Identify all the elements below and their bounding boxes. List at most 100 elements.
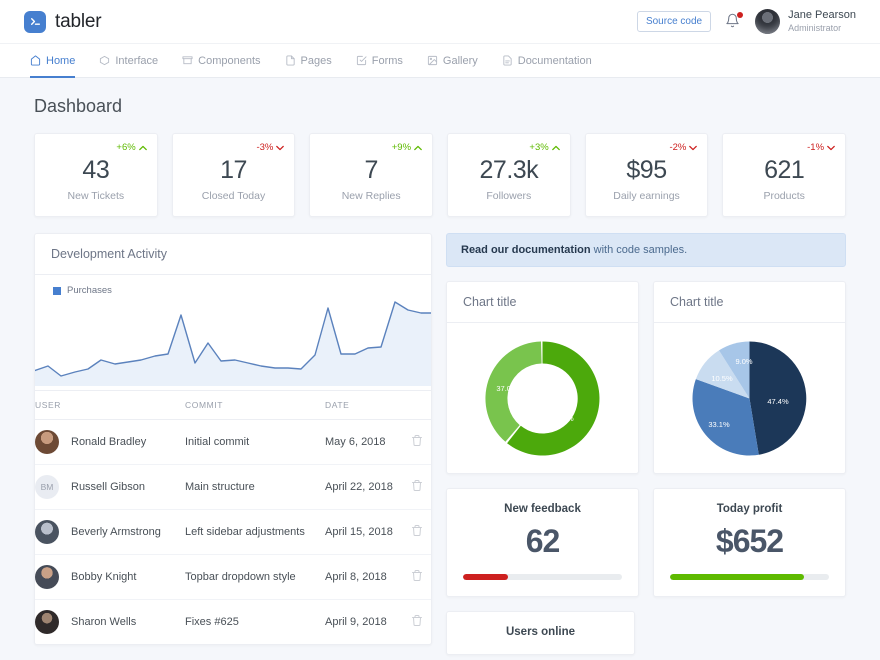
commits-table: USER COMMIT DATE R xyxy=(35,390,431,644)
commit-message: Initial commit xyxy=(185,420,325,465)
left-column: Development Activity Purchases xyxy=(34,233,432,655)
donut-chart: 63.0% 37.0% xyxy=(447,323,638,473)
stat-delta: -1% xyxy=(807,142,835,153)
stat-delta: -3% xyxy=(256,142,284,153)
stat-label: New Replies xyxy=(322,190,420,202)
notifications-button[interactable] xyxy=(725,13,741,31)
stat-value: 27.3k xyxy=(460,156,558,185)
top-header: tabler Source code Jane Pearson Administ… xyxy=(0,0,880,44)
trash-icon[interactable] xyxy=(411,479,423,492)
commit-message: Fixes #625 xyxy=(185,600,325,645)
progress-fill xyxy=(670,574,804,580)
table-row: BM Russell Gibson Main structure April 2… xyxy=(35,465,431,510)
pie-slice-label-2: 33.1% xyxy=(708,420,730,429)
nav-item-home[interactable]: Home xyxy=(24,44,87,77)
commit-user-name: Bobby Knight xyxy=(71,571,136,583)
image-icon xyxy=(427,55,438,66)
commit-user-name: Sharon Wells xyxy=(71,616,136,628)
stat-card-products: -1% 621 Products xyxy=(722,133,846,217)
users-online-card: Users online xyxy=(446,611,635,655)
commit-message: Topbar dropdown style xyxy=(185,555,325,600)
pie-slice-label-3: 10.5% xyxy=(711,374,733,383)
column-header-commit: COMMIT xyxy=(185,391,325,420)
header-actions: Source code Jane Pearson Administrator xyxy=(637,9,856,34)
users-online-title: Users online xyxy=(463,626,618,638)
source-code-button[interactable]: Source code xyxy=(637,11,711,32)
commit-message: Main structure xyxy=(185,465,325,510)
chevron-up-icon xyxy=(414,145,422,151)
home-icon xyxy=(30,55,41,66)
stat-label: Daily earnings xyxy=(598,190,696,202)
commit-date: April 8, 2018 xyxy=(325,555,405,600)
table-row: Ronald Bradley Initial commit May 6, 201… xyxy=(35,420,431,465)
stat-label: Products xyxy=(735,190,833,202)
trash-icon[interactable] xyxy=(411,614,423,627)
donut-slice-label-63: 63.0% xyxy=(552,414,574,423)
user-menu[interactable]: Jane Pearson Administrator xyxy=(755,9,856,34)
right-column: Read our documentation with code samples… xyxy=(446,233,846,655)
stat-cards-row: +6% 43 New Tickets -3% 17 Closed Today +… xyxy=(34,133,846,217)
dashboard-page: tabler Source code Jane Pearson Administ… xyxy=(0,0,880,660)
nav-label-documentation: Documentation xyxy=(518,55,592,67)
stat-card-followers: +3% 27.3k Followers xyxy=(447,133,571,217)
nav-label-gallery: Gallery xyxy=(443,55,478,67)
stat-label: Followers xyxy=(460,190,558,202)
chevron-down-icon xyxy=(276,145,284,151)
trash-icon[interactable] xyxy=(411,569,423,582)
today-profit-title: Today profit xyxy=(670,503,829,515)
progress-fill xyxy=(463,574,508,580)
main-content: Dashboard +6% 43 New Tickets -3% 17 Clos… xyxy=(0,78,880,655)
avatar xyxy=(35,610,59,634)
commit-date: April 9, 2018 xyxy=(325,600,405,645)
brand-logo[interactable]: tabler xyxy=(24,11,101,33)
stat-value: 17 xyxy=(185,156,283,185)
commit-date: April 15, 2018 xyxy=(325,510,405,555)
commit-date: May 6, 2018 xyxy=(325,420,405,465)
new-feedback-value: 62 xyxy=(463,523,622,560)
donut-slice-label-37: 37.0% xyxy=(496,384,518,393)
stat-card-closed-today: -3% 17 Closed Today xyxy=(172,133,296,217)
avatar xyxy=(35,430,59,454)
dashboard-body: Development Activity Purchases xyxy=(34,233,846,655)
nav-item-gallery[interactable]: Gallery xyxy=(415,44,490,77)
nav-label-components: Components xyxy=(198,55,260,67)
new-feedback-title: New feedback xyxy=(463,503,622,515)
stat-label: New Tickets xyxy=(47,190,145,202)
stat-delta-value: -1% xyxy=(807,142,824,153)
nav-label-pages: Pages xyxy=(301,55,332,67)
box-icon xyxy=(99,55,110,66)
new-feedback-card: New feedback 62 xyxy=(446,488,639,597)
user-role: Administrator xyxy=(788,23,856,34)
nav-item-interface[interactable]: Interface xyxy=(87,44,170,77)
avatar xyxy=(35,520,59,544)
pie-slice-label-4: 9.0% xyxy=(735,357,752,366)
nav-item-documentation[interactable]: Documentation xyxy=(490,44,604,77)
trash-icon[interactable] xyxy=(411,434,423,447)
notification-badge xyxy=(737,12,743,18)
file-icon xyxy=(285,55,296,66)
avatar xyxy=(35,565,59,589)
nav-item-components[interactable]: Components xyxy=(170,44,272,77)
alert-strong-text: Read our documentation xyxy=(461,244,591,256)
legend-swatch-purchases xyxy=(53,287,61,295)
nav-item-forms[interactable]: Forms xyxy=(344,44,415,77)
donut-chart-title: Chart title xyxy=(447,282,638,323)
stat-delta-value: +6% xyxy=(116,142,135,153)
donut-chart-svg: 63.0% 37.0% xyxy=(480,336,605,461)
nav-item-pages[interactable]: Pages xyxy=(273,44,344,77)
page-title: Dashboard xyxy=(34,96,846,117)
documentation-alert[interactable]: Read our documentation with code samples… xyxy=(446,233,846,267)
development-activity-title: Development Activity xyxy=(35,234,431,275)
column-header-date: DATE xyxy=(325,391,405,420)
table-row: Beverly Armstrong Left sidebar adjustmen… xyxy=(35,510,431,555)
archive-icon xyxy=(182,55,193,66)
pie-chart-card: Chart title xyxy=(653,281,846,474)
trash-icon[interactable] xyxy=(411,524,423,537)
chevron-up-icon xyxy=(139,145,147,151)
development-activity-card: Development Activity Purchases xyxy=(34,233,432,645)
stat-delta-value: +3% xyxy=(529,142,548,153)
purchases-area-chart xyxy=(35,298,431,386)
today-profit-card: Today profit $652 xyxy=(653,488,846,597)
pie-chart-title: Chart title xyxy=(654,282,845,323)
nav-label-interface: Interface xyxy=(115,55,158,67)
